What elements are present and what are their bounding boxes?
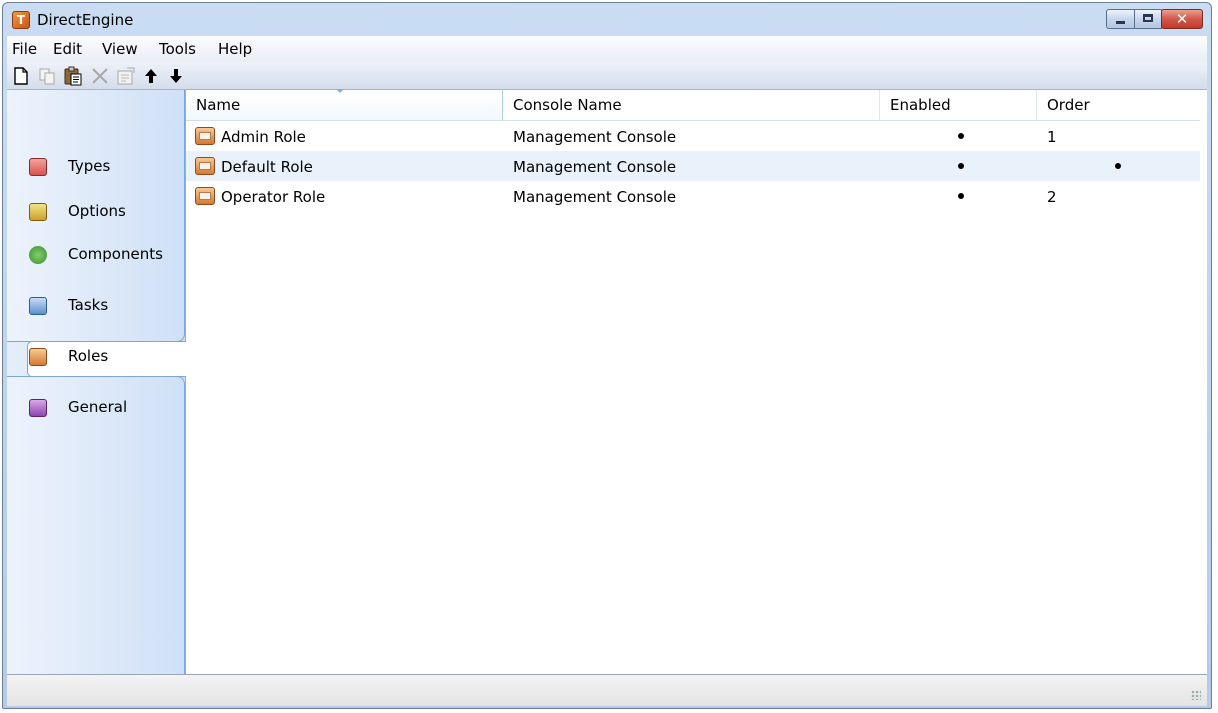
nav-item-label: Components [68,245,163,263]
cell-console-name: Management Console [513,188,677,206]
app-icon[interactable]: T [12,11,30,29]
cell-name: Default Role [221,158,313,176]
role-icon [195,157,215,175]
nav-item-label: Types [68,157,111,175]
nav-group-bottom [7,376,185,674]
column-header-name[interactable]: Name [186,89,503,120]
close-button[interactable]: ✕ [1161,9,1203,29]
nav-item-label: Tasks [68,296,109,314]
roles-icon [29,348,47,366]
types-icon [29,158,47,176]
table-row[interactable]: Operator Role Management Console 2 [186,181,1200,211]
table-row[interactable]: Admin Role Management Console 1 [186,121,1200,151]
copy-icon[interactable] [37,65,59,87]
column-header-label: Order [1047,96,1090,114]
cell-name: Operator Role [221,188,326,206]
resize-grip-icon[interactable] [1191,690,1201,700]
list-header: Name Console Name Enabled Order [186,89,1200,121]
column-header-label: Name [196,96,241,114]
menu-bar: File Edit View Tools Help [7,36,1207,62]
menu-edit[interactable]: Edit [53,40,82,58]
enabled-bullet [958,163,964,169]
maximize-icon [1143,14,1153,22]
nav-item-label: General [68,398,128,416]
sort-ascending-icon [336,89,344,93]
move-down-icon[interactable] [165,65,187,87]
cell-order: 1 [1047,128,1057,146]
menu-help[interactable]: Help [218,40,252,58]
close-icon: ✕ [1175,10,1189,28]
role-icon [195,187,215,205]
app-window: T DirectEngine ✕ File Edit View Tools He… [2,2,1212,709]
maximize-button[interactable] [1134,9,1162,29]
delete-icon[interactable] [89,65,111,87]
nav-item-label: Options [68,202,126,220]
cell-order: 2 [1047,188,1057,206]
options-icon [29,203,47,221]
title-bar[interactable]: T DirectEngine ✕ [3,3,1211,37]
menu-view[interactable]: View [102,40,138,58]
cell-name: Admin Role [221,128,306,146]
components-icon [29,246,47,264]
column-header-enabled[interactable]: Enabled [880,90,1037,120]
enabled-bullet [958,193,964,199]
navigation-pane: Types Options Components Tasks Roles Gen… [7,90,186,674]
menu-file[interactable]: File [12,40,37,58]
nav-item-label: Roles [68,347,109,365]
role-icon [195,127,215,145]
move-up-icon[interactable] [140,65,162,87]
roles-list-view[interactable]: Name Console Name Enabled Order Admin Ro… [186,89,1207,674]
status-bar [7,674,1207,706]
new-icon[interactable] [10,65,32,87]
minimize-button[interactable] [1106,9,1135,29]
enabled-bullet [958,133,964,139]
window-title: DirectEngine [37,11,134,29]
properties-icon[interactable] [115,65,137,87]
column-header-label: Console Name [513,96,622,114]
cell-console-name: Management Console [513,128,677,146]
column-header-console-name[interactable]: Console Name [503,90,880,120]
table-row[interactable]: Default Role Management Console [186,151,1200,181]
content-area: Types Options Components Tasks Roles Gen… [7,89,1207,674]
general-icon [29,399,47,417]
cell-console-name: Management Console [513,158,677,176]
order-bullet [1115,163,1121,169]
column-header-order[interactable]: Order [1037,90,1200,120]
toolbar [7,62,1207,90]
tasks-icon [29,297,47,315]
minimize-icon [1116,21,1125,24]
paste-icon[interactable] [62,65,84,87]
column-header-label: Enabled [890,96,951,114]
menu-tools[interactable]: Tools [159,40,196,58]
